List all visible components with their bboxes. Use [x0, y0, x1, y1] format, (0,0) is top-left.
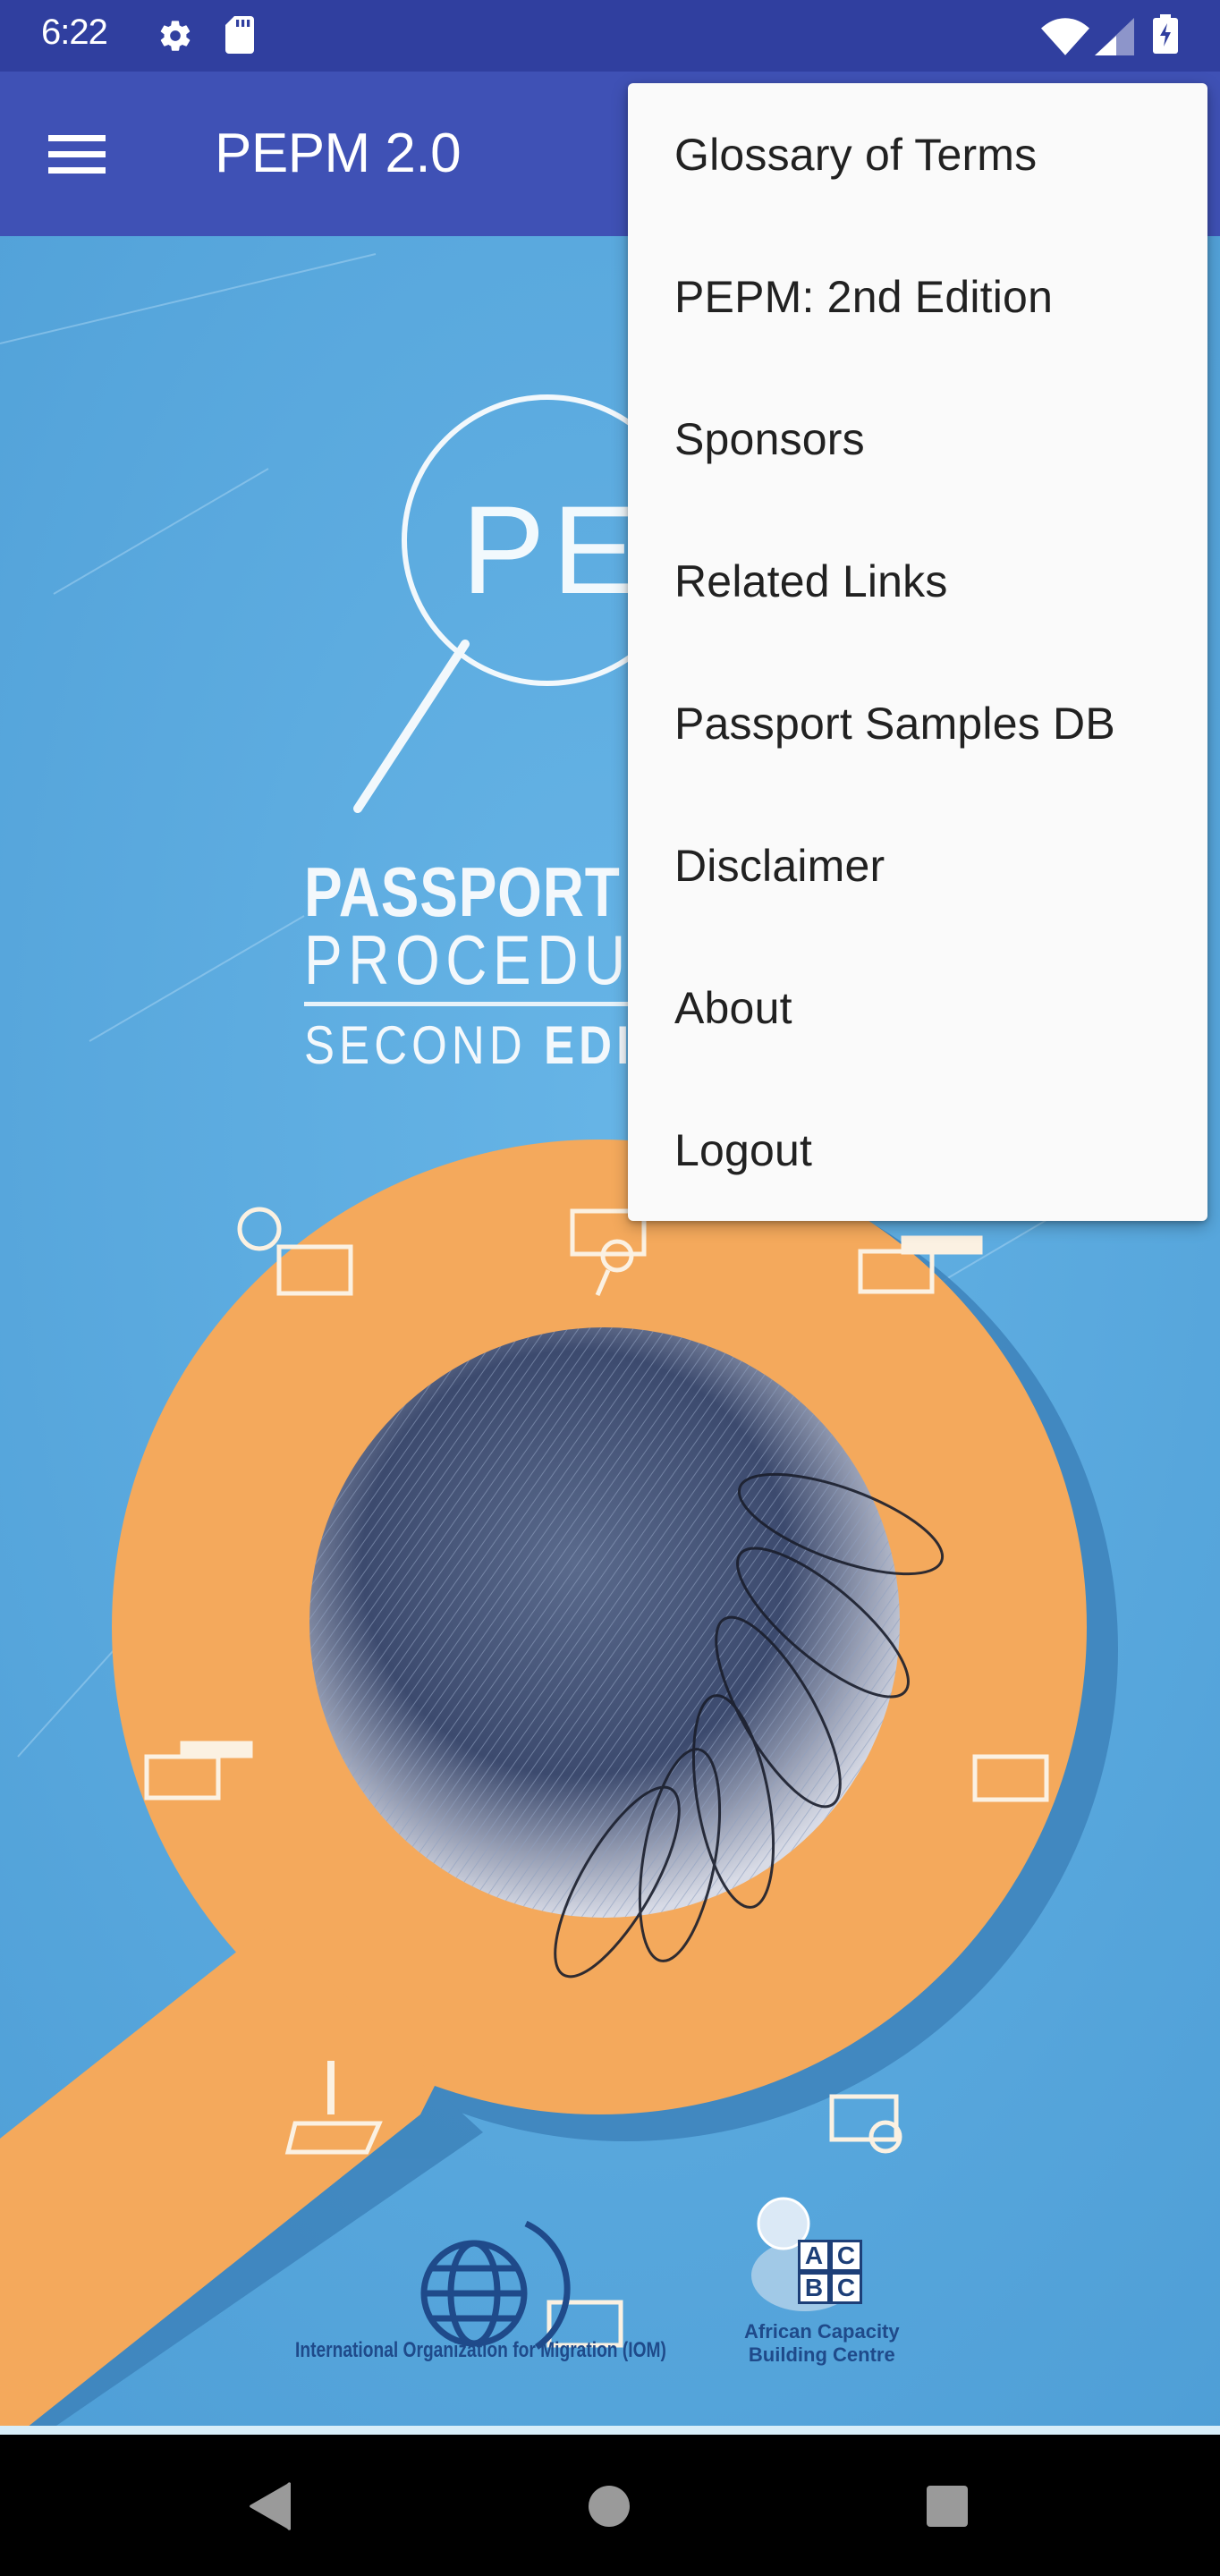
acbc-letter: A — [798, 2240, 830, 2272]
sd-card-icon — [225, 16, 254, 54]
acbc-letter: C — [830, 2240, 862, 2272]
menu-item-glossary-of-terms[interactable]: Glossary of Terms — [628, 83, 1207, 225]
acbc-letter: C — [830, 2272, 862, 2304]
acbc-caption-line1: African Capacity — [744, 2320, 900, 2343]
back-icon — [250, 2482, 291, 2530]
menu-item-disclaimer[interactable]: Disclaimer — [628, 794, 1207, 936]
home-button[interactable] — [573, 2476, 645, 2537]
menu-item-logout[interactable]: Logout — [628, 1079, 1207, 1221]
menu-item-about[interactable]: About — [628, 936, 1207, 1079]
acbc-letter: B — [798, 2272, 830, 2304]
menu-item-related-links[interactable]: Related Links — [628, 510, 1207, 652]
cover-bottom-edge — [0, 2426, 1220, 2435]
wifi-icon — [1041, 18, 1089, 55]
acbc-caption-line2: Building Centre — [748, 2343, 895, 2366]
hamburger-menu-icon — [48, 135, 106, 174]
status-bar: 6:22 — [0, 0, 1220, 72]
recents-button[interactable] — [911, 2476, 983, 2537]
menu-item-sponsors[interactable]: Sponsors — [628, 368, 1207, 510]
back-button[interactable] — [234, 2476, 306, 2537]
menu-item-pepm-2nd-edition[interactable]: PEPM: 2nd Edition — [628, 225, 1207, 368]
iom-caption: International Organization for Migration… — [295, 2338, 666, 2362]
home-icon — [589, 2486, 630, 2527]
hamburger-menu-button[interactable] — [39, 120, 114, 188]
system-nav-bar — [0, 2435, 1220, 2576]
cell-signal-icon — [1095, 18, 1134, 55]
overflow-menu: Glossary of Terms PEPM: 2nd Edition Spon… — [628, 83, 1207, 1221]
battery-charging-icon — [1153, 14, 1178, 54]
menu-item-passport-samples-db[interactable]: Passport Samples DB — [628, 652, 1207, 794]
cover-edition-light: SECOND — [304, 1015, 545, 1075]
acbc-caption: African Capacity Building Centre — [744, 2320, 900, 2367]
app-title: PEPM 2.0 — [215, 123, 462, 184]
status-time: 6:22 — [41, 13, 108, 52]
recents-icon — [927, 2486, 968, 2527]
gear-icon — [160, 21, 191, 51]
